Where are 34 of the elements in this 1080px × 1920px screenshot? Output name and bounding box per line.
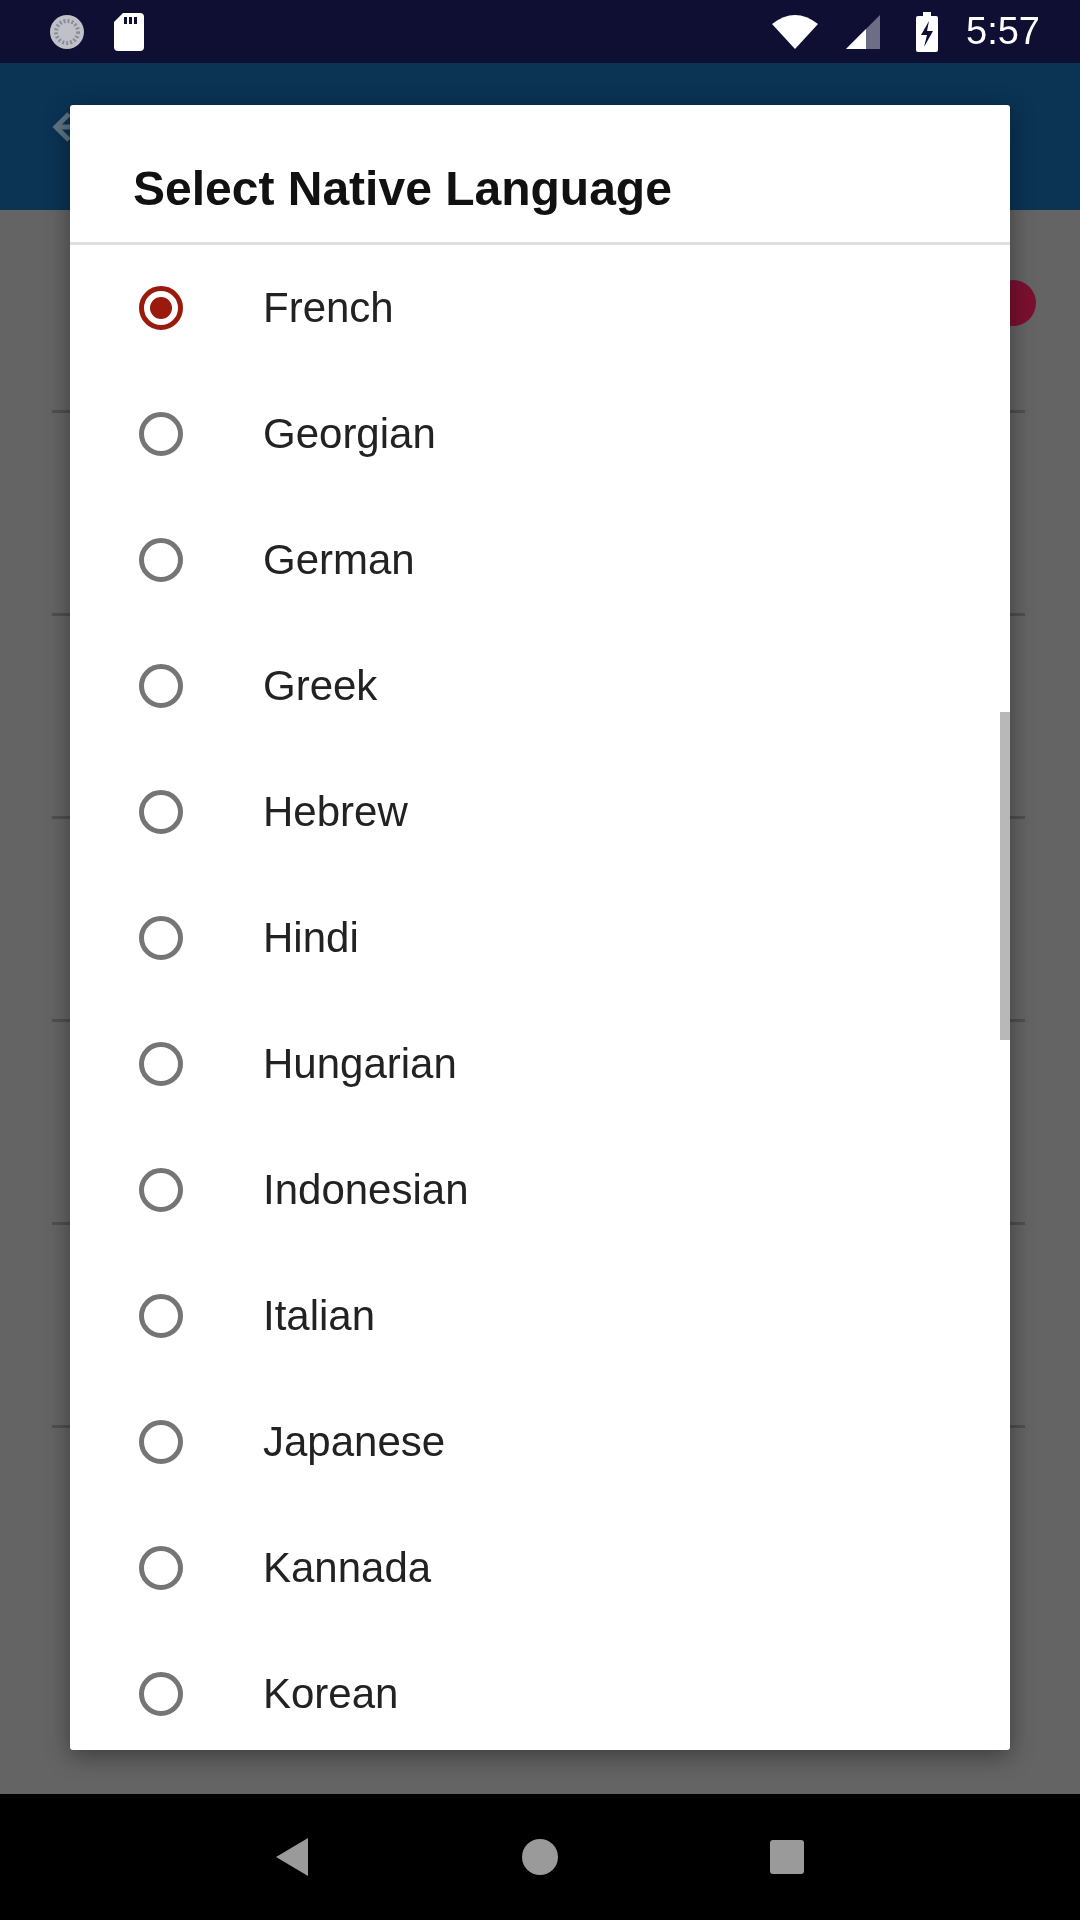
radio-button[interactable] bbox=[139, 1420, 183, 1464]
radio-button[interactable] bbox=[139, 916, 183, 960]
radio-button[interactable] bbox=[139, 664, 183, 708]
language-option[interactable]: Hindi bbox=[70, 875, 1010, 1001]
back-icon[interactable] bbox=[276, 1838, 310, 1876]
signal-icon bbox=[846, 14, 881, 49]
language-option[interactable]: Greek bbox=[70, 623, 1010, 749]
language-option[interactable]: Italian bbox=[70, 1253, 1010, 1379]
language-option[interactable]: Hebrew bbox=[70, 749, 1010, 875]
radio-button[interactable] bbox=[139, 538, 183, 582]
sd-card-icon bbox=[114, 12, 144, 51]
scrollbar[interactable] bbox=[1000, 712, 1010, 1040]
language-option[interactable]: Kannada bbox=[70, 1505, 1010, 1631]
language-option[interactable]: Indonesian bbox=[70, 1127, 1010, 1253]
home-icon[interactable] bbox=[522, 1839, 558, 1875]
language-option[interactable]: French bbox=[70, 245, 1010, 371]
radio-button[interactable] bbox=[139, 1672, 183, 1716]
radio-button[interactable] bbox=[139, 412, 183, 456]
language-option[interactable]: Japanese bbox=[70, 1379, 1010, 1505]
language-option[interactable]: Korean bbox=[70, 1631, 1010, 1750]
dialog-title: Select Native Language bbox=[70, 105, 1010, 245]
radio-button[interactable] bbox=[139, 790, 183, 834]
language-option[interactable]: German bbox=[70, 497, 1010, 623]
clock-time: 5:57 bbox=[966, 10, 1040, 53]
wifi-icon bbox=[772, 14, 819, 49]
battery-icon bbox=[916, 11, 939, 52]
radio-button[interactable] bbox=[139, 1294, 183, 1338]
sync-icon bbox=[48, 12, 86, 51]
radio-button[interactable] bbox=[139, 286, 183, 330]
radio-button[interactable] bbox=[139, 1168, 183, 1212]
language-option[interactable]: Georgian bbox=[70, 371, 1010, 497]
radio-button[interactable] bbox=[139, 1042, 183, 1086]
language-option[interactable]: Hungarian bbox=[70, 1001, 1010, 1127]
radio-button[interactable] bbox=[139, 1546, 183, 1590]
